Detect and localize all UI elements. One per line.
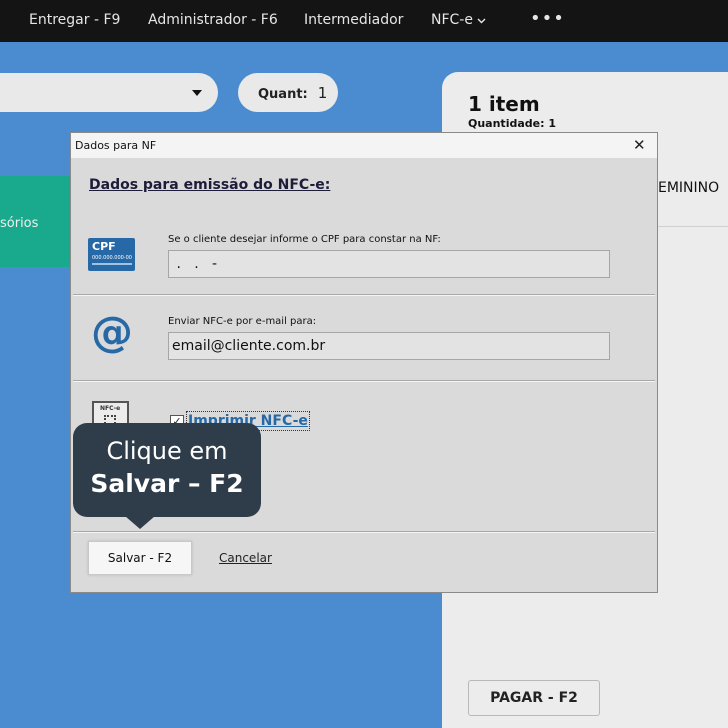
nav-administrador[interactable]: Administrador - F6: [148, 12, 278, 28]
section-divider: [73, 531, 655, 533]
dropdown-arrow-icon[interactable]: [192, 90, 202, 96]
cancel-link[interactable]: Cancelar: [219, 551, 272, 565]
cart-quantity: Quantidade: 1: [468, 117, 556, 130]
email-label: Enviar NFC-e por e-mail para:: [168, 316, 317, 327]
email-input[interactable]: email@cliente.com.br: [168, 332, 610, 360]
tooltip-line2: Salvar – F2: [90, 469, 244, 498]
chevron-down-icon: [477, 12, 486, 28]
nav-intermediador[interactable]: Intermediador: [304, 12, 403, 28]
nav-nfce-dropdown[interactable]: NFC-e: [431, 12, 486, 28]
quantity-value: 1: [317, 84, 328, 102]
close-icon[interactable]: ✕: [633, 136, 646, 154]
section-divider: [73, 380, 655, 382]
cpf-icon-text: CPF: [92, 240, 116, 253]
tooltip-pointer: [125, 516, 155, 529]
cart-product-name: EMININO: [658, 180, 720, 196]
product-combobox[interactable]: [0, 73, 218, 112]
category-tile-label: sórios: [0, 216, 39, 231]
dialog-title: Dados para NF: [75, 139, 157, 152]
at-sign-icon: @: [91, 307, 133, 356]
dialog-titlebar: Dados para NF ✕: [71, 133, 657, 158]
cpf-card-icon: CPF 000.000.000-00: [88, 238, 135, 271]
dialog-heading: Dados para emissão do NFC-e:: [89, 177, 331, 193]
cpf-icon-number: 000.000.000-00: [92, 255, 132, 261]
quantity-field[interactable]: Quant: 1: [238, 73, 338, 112]
nfce-icon-text: NFC-e: [100, 405, 121, 412]
more-options-icon[interactable]: •••: [530, 8, 565, 29]
nav-entregar[interactable]: Entregar - F9: [29, 12, 120, 28]
cpf-icon-stripe: [92, 263, 132, 265]
quantity-label: Quant:: [258, 87, 308, 102]
cart-title: 1 item: [468, 92, 540, 116]
section-divider: [73, 294, 655, 296]
hint-tooltip: Clique em Salvar – F2: [73, 423, 261, 529]
tooltip-line1: Clique em: [106, 437, 228, 465]
nav-nfce-label: NFC-e: [431, 12, 473, 28]
cpf-input[interactable]: . . -: [168, 250, 610, 278]
pay-button[interactable]: PAGAR - F2: [468, 680, 600, 716]
save-button[interactable]: Salvar - F2: [88, 541, 192, 575]
top-navigation-bar: Entregar - F9 Administrador - F6 Interme…: [0, 0, 728, 42]
cpf-label: Se o cliente desejar informe o CPF para …: [168, 234, 441, 245]
nf-dialog: Dados para NF ✕ Dados para emissão do NF…: [70, 132, 658, 593]
